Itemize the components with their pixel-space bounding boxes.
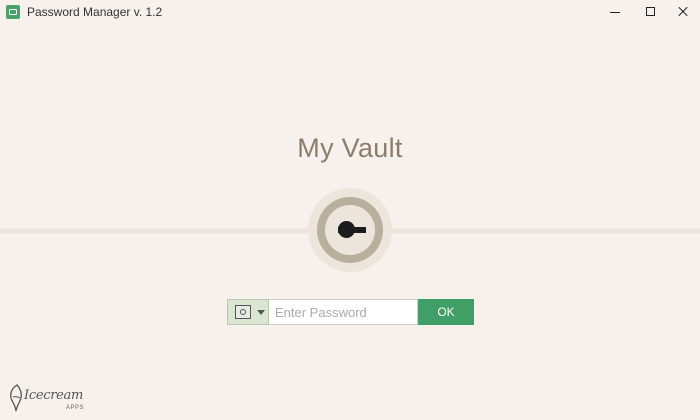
maximize-icon[interactable] xyxy=(634,0,668,24)
ok-button[interactable]: OK xyxy=(418,299,474,325)
password-input[interactable] xyxy=(269,299,418,325)
key-type-dropdown[interactable] xyxy=(227,299,269,325)
window-title: Password Manager v. 1.2 xyxy=(27,5,163,19)
lock-inner xyxy=(325,205,375,255)
icecream-logo-icon xyxy=(10,384,22,412)
brand-sub: APPS xyxy=(66,405,85,411)
keyhole-lock-icon xyxy=(308,188,392,272)
close-icon[interactable] xyxy=(666,0,700,24)
lock-ring xyxy=(317,197,383,263)
password-form: OK xyxy=(227,299,474,325)
app-icon xyxy=(6,5,20,19)
chevron-down-icon xyxy=(257,310,265,315)
brand-name: Icecream xyxy=(24,388,83,403)
keyhole-bar xyxy=(338,227,366,233)
vault-title: My Vault xyxy=(297,133,403,163)
title-bar[interactable]: Password Manager v. 1.2 xyxy=(0,0,700,24)
minimize-icon[interactable] xyxy=(598,0,632,24)
safe-icon xyxy=(235,305,251,319)
brand-logo: Icecream APPS xyxy=(8,384,88,414)
